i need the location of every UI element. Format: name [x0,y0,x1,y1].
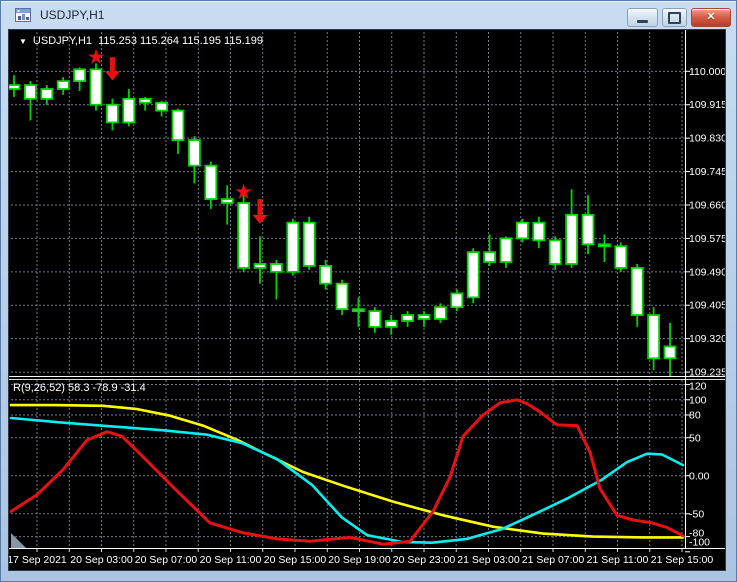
minimize-icon [637,19,648,23]
chart-content: 110.000 109.915 109.830 109.745 109.660 109.5… [8,29,726,571]
application-window: USDJPY,H1 ✕ 110.000 109.915 109.830 109.745… [0,0,737,582]
close-icon: ✕ [706,11,716,23]
minimize-button[interactable] [627,8,658,27]
time-axis[interactable] [9,548,725,570]
indicator-label: R(9,26,52) 58.3 -78.9 -31.4 [13,382,146,394]
price-axis[interactable] [685,30,725,548]
title-bar[interactable]: USDJPY,H1 ✕ [1,1,736,29]
window-controls: ✕ [627,8,731,27]
restore-icon [668,11,681,24]
restore-button[interactable] [662,8,687,27]
main-chart-plot[interactable] [9,30,685,374]
symbol-period-label: USDJPY,H1 [32,35,93,47]
close-button[interactable]: ✕ [691,8,731,27]
indicator-plot[interactable] [9,380,685,548]
chart-ohlc-header: ▼ USDJPY,H1 115.253 115.264 115.195 115.… [19,35,263,47]
ohlc-values: 115.253 115.264 115.195 115.199 [98,35,263,47]
window-title: USDJPY,H1 [40,8,105,22]
chart-window-icon [15,8,32,22]
symbol-dropdown-icon[interactable]: ▼ [19,36,27,47]
